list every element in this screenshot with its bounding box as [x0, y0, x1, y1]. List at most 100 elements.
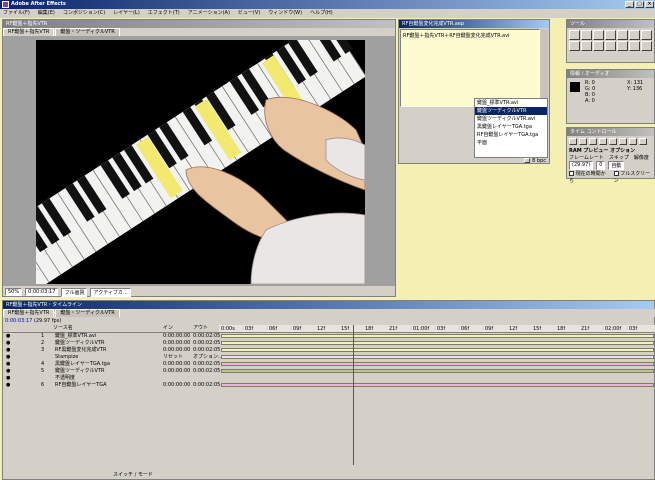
- col-in[interactable]: イン: [163, 325, 173, 331]
- piano-hands-frame: [36, 40, 365, 284]
- loop-icon[interactable]: [629, 138, 637, 145]
- ram-checkbox[interactable]: 現在の時間から: [569, 170, 610, 184]
- layer-duration-bar[interactable]: [221, 383, 654, 387]
- selection-tool-icon[interactable]: [569, 30, 580, 40]
- minimize-button[interactable]: _: [625, 1, 634, 8]
- timeline-layer-row[interactable]: ● 2 鍵盤ツーディクルVTR 0:00:00:00 0:00:02:05: [3, 340, 655, 346]
- audio-icon[interactable]: [619, 138, 627, 145]
- menu-item-7[interactable]: ウィンドウ(W): [268, 9, 302, 18]
- menu-item-4[interactable]: エフェクト(T): [148, 9, 180, 18]
- first-frame-icon[interactable]: [569, 138, 577, 145]
- layer-name: RF自鍵盤レイヤーTGA: [55, 382, 107, 388]
- layer-duration-bar[interactable]: [221, 362, 654, 366]
- zoom-tool-icon[interactable]: [581, 41, 592, 51]
- timeline-layer-row[interactable]: ● 不透明度: [3, 375, 655, 381]
- menu-item-3[interactable]: レイヤー(L): [113, 9, 140, 18]
- brush-tool-icon[interactable]: [593, 41, 604, 51]
- menu-item-2[interactable]: コンポジション(C): [63, 9, 105, 18]
- ram-value[interactable]: (29.97): [569, 161, 594, 170]
- project-scrollbar[interactable]: [540, 29, 548, 107]
- tab-comp-2[interactable]: 鍵盤・ツーディクルVTR: [55, 28, 120, 36]
- close-button[interactable]: ×: [645, 1, 654, 8]
- orbit-tool-icon[interactable]: [641, 41, 652, 51]
- comp-timecode[interactable]: 0:00:03:17: [25, 288, 59, 296]
- menu-bar: ファイル(F) 編集(E) コンポジション(C) レイヤー(L) エフェクト(T) アニメ…: [0, 9, 655, 18]
- project-window-title: RF自鍵盤変化完成VTR.aep: [399, 20, 549, 28]
- rotate-tool-icon[interactable]: [581, 30, 592, 40]
- col-source-name[interactable]: ソース名: [53, 325, 73, 331]
- timeline-timecode[interactable]: 0:00:03:17 (29.97 fps): [5, 318, 61, 324]
- ram-checkbox[interactable]: フルスクリーン: [613, 170, 654, 184]
- visibility-icon[interactable]: ●: [6, 347, 10, 353]
- timeline-layer-row[interactable]: ● 4 黒鍵盤レイヤーTGA.tga 0:00:00:00 0:00:02:05: [3, 361, 655, 367]
- mask-tool-icon[interactable]: [617, 30, 628, 40]
- menu-item-6[interactable]: ビュー(V): [238, 9, 260, 18]
- pen-tool-icon[interactable]: [629, 30, 640, 40]
- pan-tool-icon[interactable]: [605, 30, 616, 40]
- ruler-tick: 21f: [389, 326, 398, 332]
- layer-number: 3: [41, 347, 45, 353]
- layer-name: 黒鍵盤レイヤーTGA.tga: [55, 361, 110, 367]
- timeline-layer-row[interactable]: ● 5 鍵盤ツーディクルVTR 0:00:00:00 0:00:02:05: [3, 368, 655, 374]
- ram-preview-icon[interactable]: [639, 138, 647, 145]
- timeline-layer-row[interactable]: ● 3 RF黒鍵盤変化完成VTR 0:00:00:00 0:00:02:05: [3, 347, 655, 353]
- play-icon[interactable]: [589, 138, 597, 145]
- ruler-tick: 03f: [245, 326, 254, 332]
- menu-item-0[interactable]: ファイル(F): [3, 9, 30, 18]
- visibility-icon[interactable]: ●: [6, 340, 10, 346]
- layer-duration-bar[interactable]: [221, 334, 654, 338]
- current-time-indicator[interactable]: [353, 325, 354, 465]
- project-item[interactable]: RF自鍵盤レイヤーTGA.tga: [475, 131, 547, 139]
- project-item[interactable]: 平面: [475, 139, 547, 147]
- tab-timeline-2[interactable]: 鍵盤・ツーディクルVTR: [55, 309, 120, 317]
- next-frame-icon[interactable]: [599, 138, 607, 145]
- project-item[interactable]: 鍵盤ツーディクルVTR: [475, 107, 547, 115]
- ram-value[interactable]: 自動: [608, 161, 625, 170]
- layer-in: 0:00:00:00: [163, 361, 191, 367]
- visibility-icon[interactable]: ●: [6, 368, 10, 374]
- layer-in: 0:00:00:00: [163, 340, 191, 346]
- tab-timeline-1[interactable]: RF鍵盤＋指先VTR: [3, 309, 55, 317]
- hand-tool-icon[interactable]: [569, 41, 580, 51]
- col-out[interactable]: アウト: [193, 325, 208, 331]
- visibility-icon[interactable]: ●: [6, 333, 10, 339]
- visibility-icon[interactable]: ●: [6, 375, 10, 381]
- layer-duration-bar[interactable]: [221, 369, 654, 373]
- clone-tool-icon[interactable]: [605, 41, 616, 51]
- resolution-select[interactable]: フル画質: [61, 287, 88, 297]
- timeline-layer-row[interactable]: ● 1 鍵盤_標準VTR.avi 0:00:00:00 0:00:02:05: [3, 333, 655, 339]
- menu-item-1[interactable]: 編集(E): [38, 9, 55, 18]
- camera-tool-icon[interactable]: [593, 30, 604, 40]
- layer-duration-bar[interactable]: [221, 348, 654, 352]
- project-item[interactable]: 黒鍵盤レイヤーTGA.tga: [475, 123, 547, 131]
- project-item[interactable]: 鍵盤ツーディクルVTR.avi: [475, 115, 547, 123]
- tab-comp-1[interactable]: RF鍵盤＋指先VTR: [3, 28, 55, 36]
- eraser-tool-icon[interactable]: [617, 41, 628, 51]
- layer-name: 鍵盤_標準VTR.avi: [55, 333, 97, 339]
- ram-value[interactable]: 0: [596, 161, 606, 170]
- time-ruler[interactable]: 0:00s 03f 06f 09f 12f 15f 18f 21f 01:00f 03f 06f 09…: [219, 325, 655, 333]
- timeline-layer-row[interactable]: ● 6 RF自鍵盤レイヤーTGA 0:00:00:00 0:00:02:05: [3, 382, 655, 388]
- switches-modes-toggle[interactable]: スイッチ / モード: [113, 471, 153, 478]
- bit-depth[interactable]: 8 bpc: [532, 158, 546, 164]
- visibility-icon[interactable]: ●: [6, 361, 10, 367]
- timeline-layer-row[interactable]: ● Stampize リセット オプション...: [3, 354, 655, 360]
- layer-duration-bar[interactable]: [221, 355, 654, 359]
- puppet-tool-icon[interactable]: [629, 41, 640, 51]
- layer-out: オプション...: [193, 354, 223, 360]
- project-item[interactable]: 鍵盤_標準VTR.avi: [475, 99, 547, 107]
- comp-viewer[interactable]: [3, 36, 395, 286]
- layer-duration-bar[interactable]: [221, 341, 654, 345]
- menu-item-5[interactable]: アニメーション(A): [188, 9, 230, 18]
- layer-number: 4: [41, 361, 45, 367]
- prev-frame-icon[interactable]: [579, 138, 587, 145]
- zoom-select[interactable]: 50%: [5, 288, 23, 296]
- menu-item-8[interactable]: ヘルプ(H): [310, 9, 333, 18]
- last-frame-icon[interactable]: [609, 138, 617, 145]
- trash-icon[interactable]: [524, 158, 531, 163]
- visibility-icon[interactable]: ●: [6, 354, 10, 360]
- view-select[interactable]: アクティブカ...: [90, 287, 131, 297]
- maximize-button[interactable]: □: [635, 1, 644, 8]
- visibility-icon[interactable]: ●: [6, 382, 10, 388]
- text-tool-icon[interactable]: [641, 30, 652, 40]
